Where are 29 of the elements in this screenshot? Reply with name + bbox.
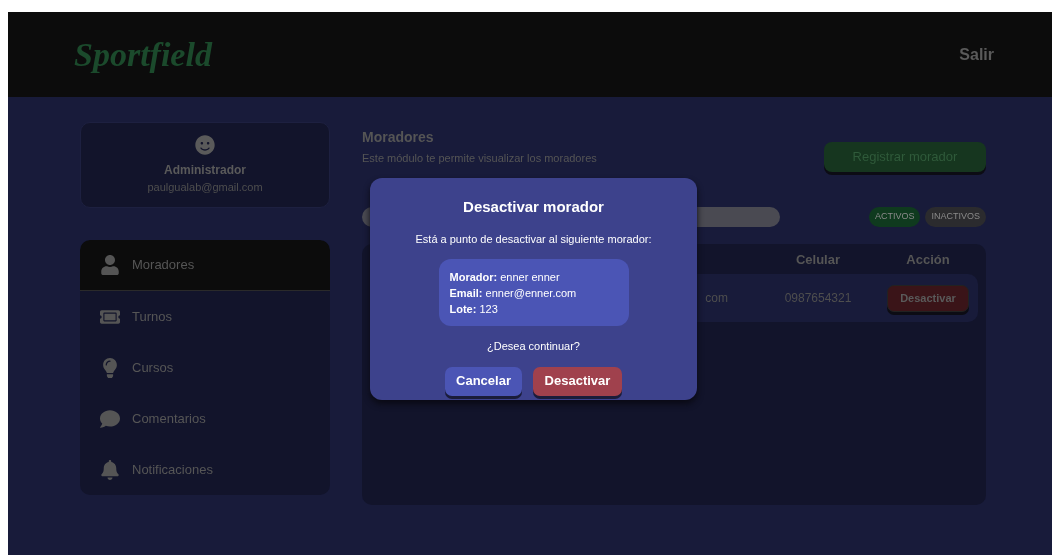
user-icon [100, 255, 120, 275]
deactivate-button[interactable]: Desactivar [533, 366, 622, 396]
dialog-title: Desactivar morador [463, 197, 604, 217]
dialog-message: Está a punto de desactivar al siguiente morador: [415, 231, 652, 247]
filter-chip[interactable]: INACTIVOS [925, 207, 986, 227]
detail-line: Morador: enner enner [449, 269, 561, 285]
menu-item[interactable]: Comentarios [80, 393, 330, 444]
bell-icon [100, 459, 120, 480]
smiley-icon [195, 134, 215, 155]
dialog-question: ¿Desea continuar? [487, 339, 580, 354]
detail-line: Lote: 123 [449, 301, 499, 317]
profile-role: Administrador [164, 161, 246, 179]
detail-line: Email: enner@enner.com [449, 285, 578, 301]
deactivate-button[interactable]: Desactivar [887, 284, 969, 312]
profile-email: paulgualab@gmail.com [147, 179, 263, 195]
column-header: Acción [905, 251, 951, 270]
column-header: Celular [794, 251, 842, 270]
page-description: Este módulo te permite visualizar los moradores [362, 151, 597, 166]
menu-item[interactable]: Notificaciones [80, 444, 330, 495]
logout-button[interactable]: Salir [959, 42, 994, 67]
lightbulb-icon [100, 357, 120, 378]
chat-bubble-icon [100, 408, 120, 429]
menu-item[interactable]: Turnos [80, 291, 330, 342]
page-title: Moradores [362, 128, 435, 147]
filter-chip[interactable]: ACTIVOS [868, 207, 921, 227]
logo: Sportfield [74, 35, 212, 75]
menu-item[interactable]: Cursos [80, 342, 330, 393]
menu-item[interactable]: Moradores [80, 240, 330, 291]
cancel-button[interactable]: Cancelar [445, 366, 522, 396]
